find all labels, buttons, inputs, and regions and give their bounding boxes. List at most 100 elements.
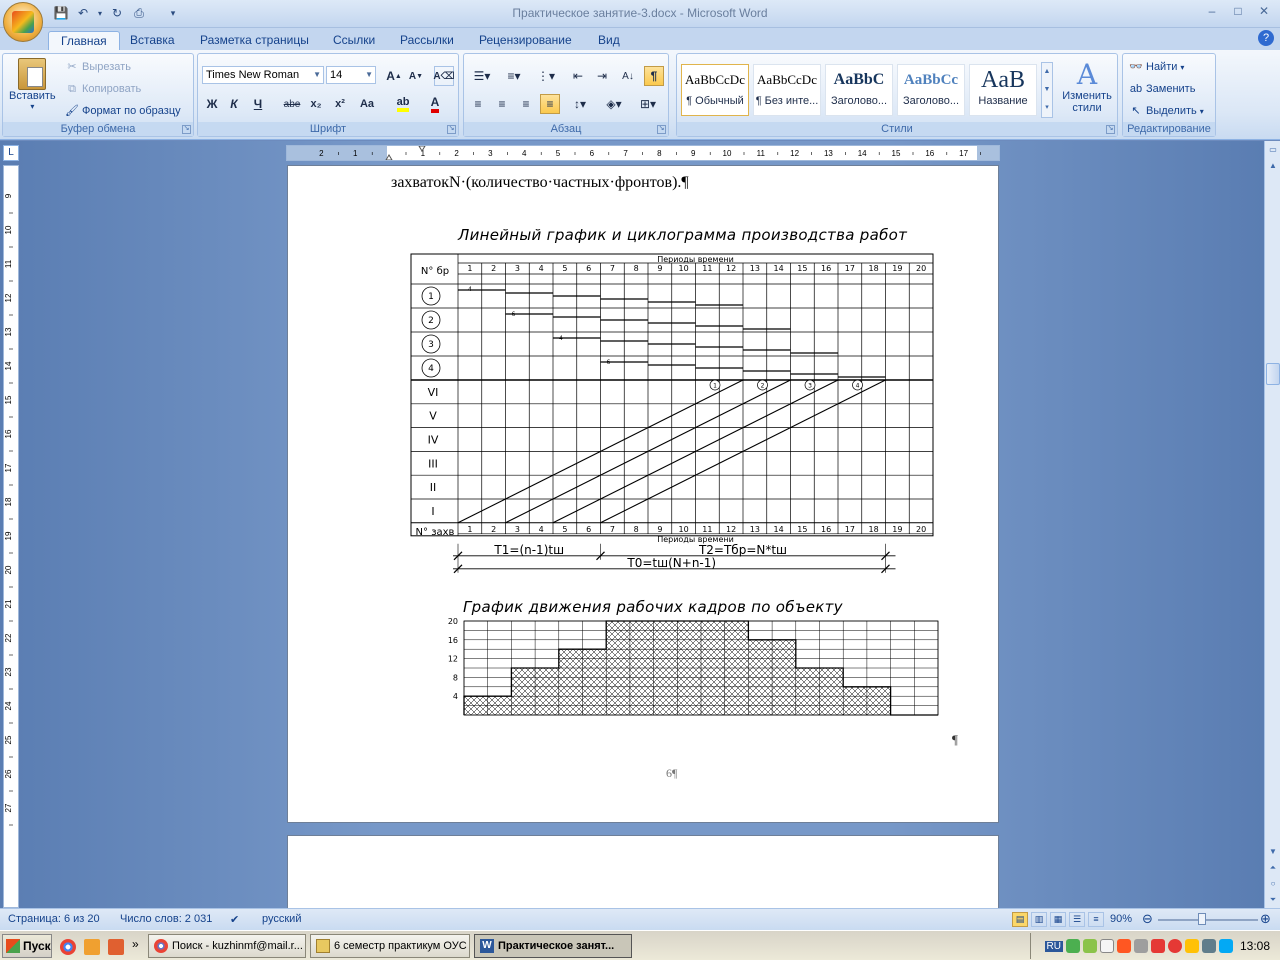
- next-page-icon[interactable]: ⏷: [1266, 893, 1280, 907]
- start-button[interactable]: Пуск: [2, 934, 52, 958]
- borders-icon[interactable]: ⊞▾: [634, 94, 662, 114]
- tray-app-icon[interactable]: [1184, 939, 1199, 953]
- ruler-toggle-icon[interactable]: ▭: [1266, 143, 1280, 157]
- highlight-button[interactable]: ab: [390, 94, 416, 114]
- align-center-icon[interactable]: ≡: [492, 94, 512, 114]
- style-no-spacing[interactable]: AaBbCcDc ¶ Без инте...: [753, 64, 821, 116]
- document-page[interactable]: захватокN·(количество·частных·фронтов).¶…: [287, 165, 999, 823]
- document-page-next[interactable]: [287, 835, 999, 908]
- tray-network-icon[interactable]: [1065, 939, 1080, 953]
- word-count[interactable]: Число слов: 2 031: [120, 913, 212, 925]
- strikethrough-button[interactable]: abe: [282, 94, 302, 114]
- multilevel-list-icon[interactable]: ⋮▾: [532, 66, 560, 86]
- tray-app-icon[interactable]: [1133, 939, 1148, 953]
- tray-app-icon[interactable]: [1082, 939, 1097, 953]
- justify-icon[interactable]: ≡: [540, 94, 560, 114]
- italic-button[interactable]: К: [224, 94, 244, 114]
- bullets-icon[interactable]: ☰▾: [468, 66, 496, 86]
- help-icon[interactable]: ?: [1258, 30, 1274, 46]
- scroll-thumb[interactable]: [1266, 363, 1280, 385]
- font-launcher[interactable]: ↘: [447, 125, 456, 134]
- proofing-icon[interactable]: ✔: [230, 913, 239, 926]
- tray-app-icon[interactable]: [1167, 939, 1182, 953]
- paragraph-launcher[interactable]: ↘: [657, 125, 666, 134]
- task-folder[interactable]: 6 семестр практикум ОУС: [310, 934, 470, 958]
- decrease-indent-icon[interactable]: ⇤: [568, 66, 588, 86]
- style-title[interactable]: AaB Название: [969, 64, 1037, 116]
- styles-launcher[interactable]: ↘: [1106, 125, 1115, 134]
- format-painter-button[interactable]: 🖌 Формат по образцу: [65, 104, 181, 118]
- copy-button[interactable]: ⧉ Копировать: [65, 82, 141, 96]
- change-styles-button[interactable]: A Изменить стили: [1059, 60, 1115, 115]
- close-button[interactable]: ✕: [1252, 2, 1276, 20]
- more-quicklaunch-icon[interactable]: »: [132, 937, 139, 951]
- prev-page-icon[interactable]: ⏶: [1266, 861, 1280, 875]
- maximize-button[interactable]: □: [1226, 2, 1250, 20]
- horizontal-ruler[interactable]: 2 1 1 2 3 4 5 6 7 8 9 10 11 12 13 14 15 16 17: [286, 145, 1000, 161]
- zoom-slider[interactable]: [1158, 919, 1258, 921]
- paint-icon[interactable]: [108, 939, 124, 955]
- tab-view[interactable]: Вид: [586, 31, 632, 51]
- tab-home[interactable]: Главная: [48, 31, 120, 51]
- tab-selector[interactable]: L: [3, 145, 19, 161]
- show-marks-button[interactable]: ¶: [644, 66, 664, 86]
- font-name-combo[interactable]: Times New Roman ▼: [202, 66, 324, 84]
- style-normal[interactable]: AaBbCcDc ¶ Обычный: [681, 64, 749, 116]
- font-size-combo[interactable]: 14 ▼: [326, 66, 376, 84]
- sort-icon[interactable]: A↓: [618, 66, 638, 86]
- scroll-up-icon[interactable]: ▲: [1266, 159, 1280, 173]
- tab-references[interactable]: Ссылки: [321, 31, 387, 51]
- shading-icon[interactable]: ◈▾: [600, 94, 628, 114]
- app-launcher-icon[interactable]: [84, 939, 100, 955]
- tray-app-icon[interactable]: [1116, 939, 1131, 953]
- font-color-button[interactable]: A: [422, 94, 448, 114]
- chrome-icon[interactable]: [60, 939, 76, 955]
- clock[interactable]: 13:08: [1240, 939, 1270, 953]
- tab-mailings[interactable]: Рассылки: [388, 31, 466, 51]
- tray-app-icon[interactable]: [1201, 939, 1216, 953]
- tab-insert[interactable]: Вставка: [118, 31, 187, 51]
- tray-shield-icon[interactable]: [1150, 939, 1165, 953]
- underline-button[interactable]: Ч: [248, 94, 268, 114]
- styles-gallery-scroll[interactable]: ▲ ▼ ▾: [1041, 62, 1053, 118]
- zoom-out-icon[interactable]: ⊖: [1142, 911, 1153, 927]
- clear-format-button[interactable]: A⌫: [433, 66, 455, 86]
- style-heading-2[interactable]: AaBbCc Заголово...: [897, 64, 965, 116]
- full-screen-view-icon[interactable]: ▥: [1031, 912, 1047, 927]
- language-indicator[interactable]: русский: [262, 913, 301, 925]
- minimize-button[interactable]: –: [1200, 2, 1224, 20]
- align-left-icon[interactable]: ≡: [468, 94, 488, 114]
- subscript-button[interactable]: x₂: [306, 94, 326, 114]
- paragraph-text[interactable]: захватокN·(количество·частных·фронтов).¶: [391, 174, 689, 192]
- select-button[interactable]: ↖ Выделить ▾: [1129, 104, 1203, 118]
- vertical-ruler[interactable]: 9 10 11 12 13 14 15 16 17 18 19 20 21 22 23 24 25 26 27: [3, 165, 19, 908]
- clipboard-launcher[interactable]: ↘: [182, 125, 191, 134]
- print-layout-view-icon[interactable]: ▤: [1012, 912, 1028, 927]
- zoom-in-icon[interactable]: ⊕: [1260, 911, 1271, 927]
- page-count[interactable]: Страница: 6 из 20: [8, 913, 100, 925]
- shrink-font-button[interactable]: A ▼: [406, 66, 426, 86]
- bold-button[interactable]: Ж: [202, 94, 222, 114]
- align-right-icon[interactable]: ≡: [516, 94, 536, 114]
- scroll-down-icon[interactable]: ▼: [1266, 845, 1280, 859]
- zoom-level[interactable]: 90%: [1110, 913, 1132, 925]
- task-word[interactable]: W Практическое занят...: [474, 934, 632, 958]
- line-spacing-icon[interactable]: ↕▾: [566, 94, 594, 114]
- paste-button[interactable]: Вставить ▾: [9, 58, 56, 111]
- draft-view-icon[interactable]: ≡: [1088, 912, 1104, 927]
- numbering-icon[interactable]: ≡▾: [500, 66, 528, 86]
- tab-page-layout[interactable]: Разметка страницы: [188, 31, 321, 51]
- replace-button[interactable]: ab Заменить: [1129, 82, 1196, 96]
- language-indicator-tray[interactable]: RU: [1044, 940, 1063, 952]
- zoom-slider-thumb[interactable]: [1198, 913, 1206, 925]
- increase-indent-icon[interactable]: ⇥: [592, 66, 612, 86]
- tray-volume-icon[interactable]: [1218, 939, 1233, 953]
- find-button[interactable]: 👓 Найти ▾: [1129, 60, 1184, 74]
- outline-view-icon[interactable]: ☰: [1069, 912, 1085, 927]
- grow-font-button[interactable]: A ▲: [384, 66, 404, 86]
- tray-app-icon[interactable]: [1099, 939, 1114, 953]
- web-layout-view-icon[interactable]: ▦: [1050, 912, 1066, 927]
- style-heading-1[interactable]: AaBbC Заголово...: [825, 64, 893, 116]
- superscript-button[interactable]: x²: [330, 94, 350, 114]
- change-case-button[interactable]: Aa: [354, 94, 380, 114]
